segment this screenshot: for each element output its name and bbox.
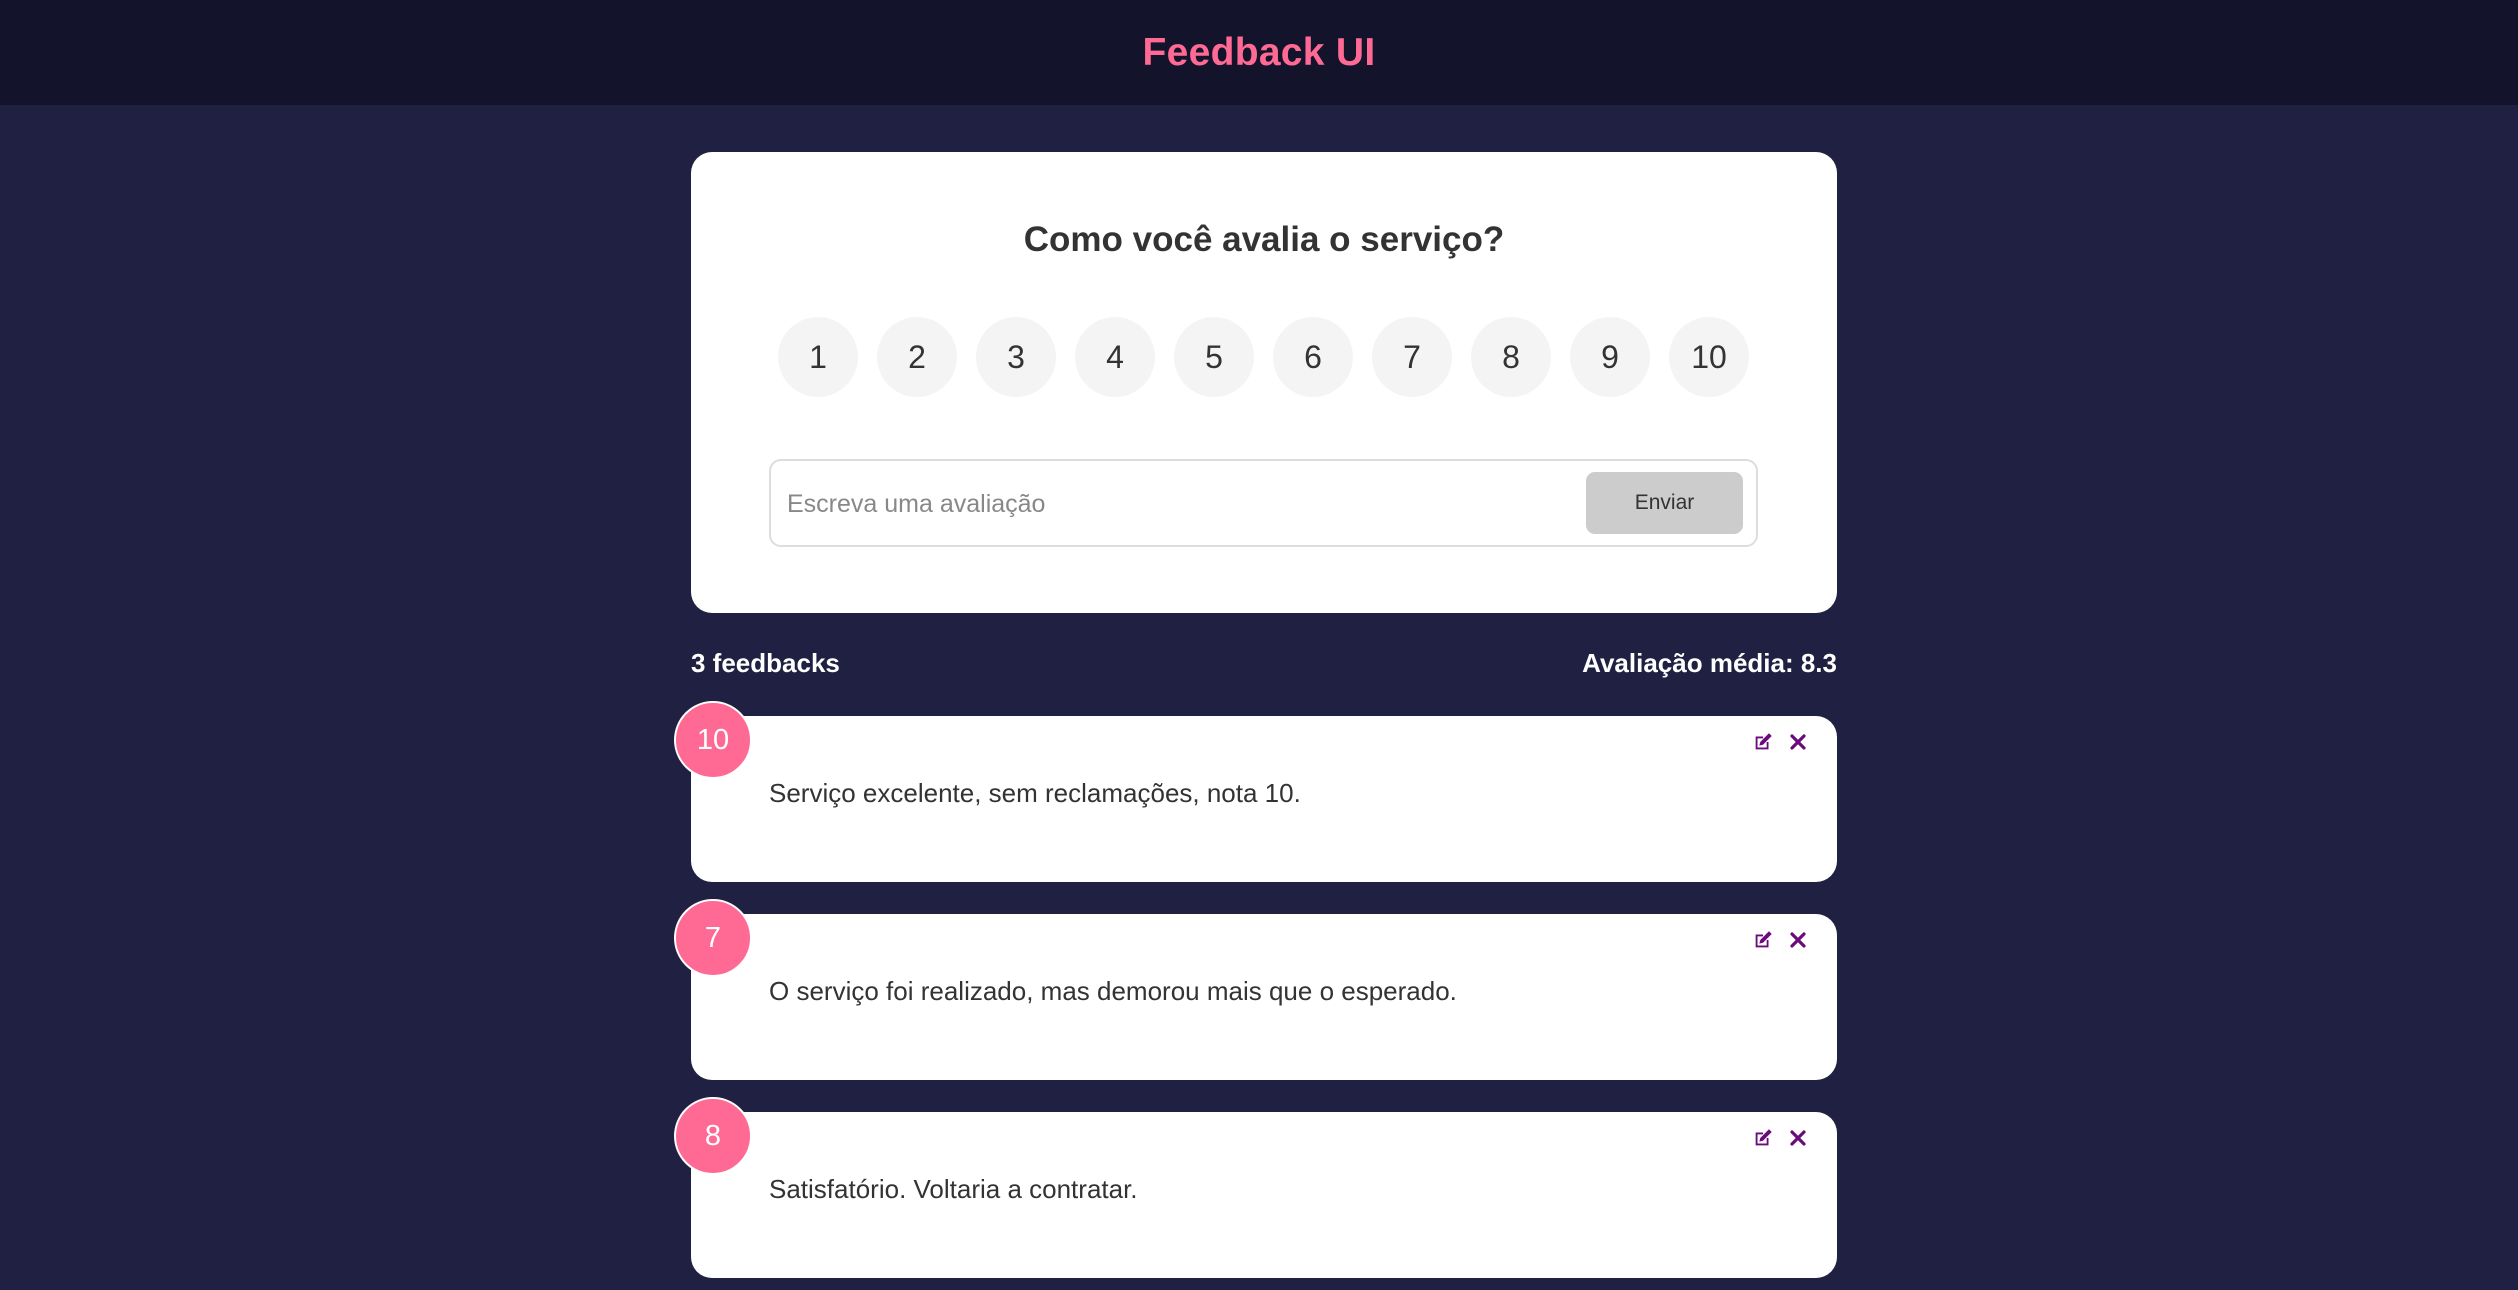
feedback-item: Satisfatório. Voltaria a contratar.	[691, 1112, 1837, 1278]
edit-icon[interactable]	[1751, 928, 1775, 952]
feedback-text: O serviço foi realizado, mas demorou mai…	[769, 976, 1457, 1006]
app-header: Feedback UI	[0, 0, 2518, 105]
rating-option-1[interactable]: 1	[778, 317, 858, 397]
rating-option-3[interactable]: 3	[976, 317, 1056, 397]
send-button[interactable]: Enviar	[1586, 472, 1743, 534]
rating-option-4[interactable]: 4	[1075, 317, 1155, 397]
review-input[interactable]	[785, 475, 1569, 533]
close-icon[interactable]	[1786, 730, 1810, 754]
feedback-text: Serviço excelente, sem reclamações, nota…	[769, 778, 1301, 808]
rating-option-5[interactable]: 5	[1174, 317, 1254, 397]
rating-card: Como você avalia o serviço? 1 2 3 4 5 6 …	[691, 152, 1837, 613]
rating-option-8[interactable]: 8	[1471, 317, 1551, 397]
rating-option-6[interactable]: 6	[1273, 317, 1353, 397]
average-rating: Avaliação média: 8.3	[1582, 648, 1837, 678]
feedback-item: O serviço foi realizado, mas demorou mai…	[691, 914, 1837, 1080]
feedback-count: 3 feedbacks	[691, 648, 840, 678]
feedback-item: Serviço excelente, sem reclamações, nota…	[691, 716, 1837, 882]
review-input-group: Enviar	[769, 459, 1758, 547]
close-icon[interactable]	[1786, 928, 1810, 952]
close-icon[interactable]	[1786, 1126, 1810, 1150]
rating-option-10[interactable]: 10	[1669, 317, 1749, 397]
rating-question: Como você avalia o serviço?	[1023, 220, 1505, 259]
feedback-rating-badge: 8	[674, 1097, 752, 1175]
app-title: Feedback UI	[1142, 30, 1376, 74]
feedback-rating-badge: 10	[674, 701, 752, 779]
edit-icon[interactable]	[1751, 730, 1775, 754]
feedback-rating-badge: 7	[674, 899, 752, 977]
feedback-text: Satisfatório. Voltaria a contratar.	[769, 1174, 1138, 1204]
rating-option-7[interactable]: 7	[1372, 317, 1452, 397]
edit-icon[interactable]	[1751, 1126, 1775, 1150]
rating-option-9[interactable]: 9	[1570, 317, 1650, 397]
rating-option-2[interactable]: 2	[877, 317, 957, 397]
